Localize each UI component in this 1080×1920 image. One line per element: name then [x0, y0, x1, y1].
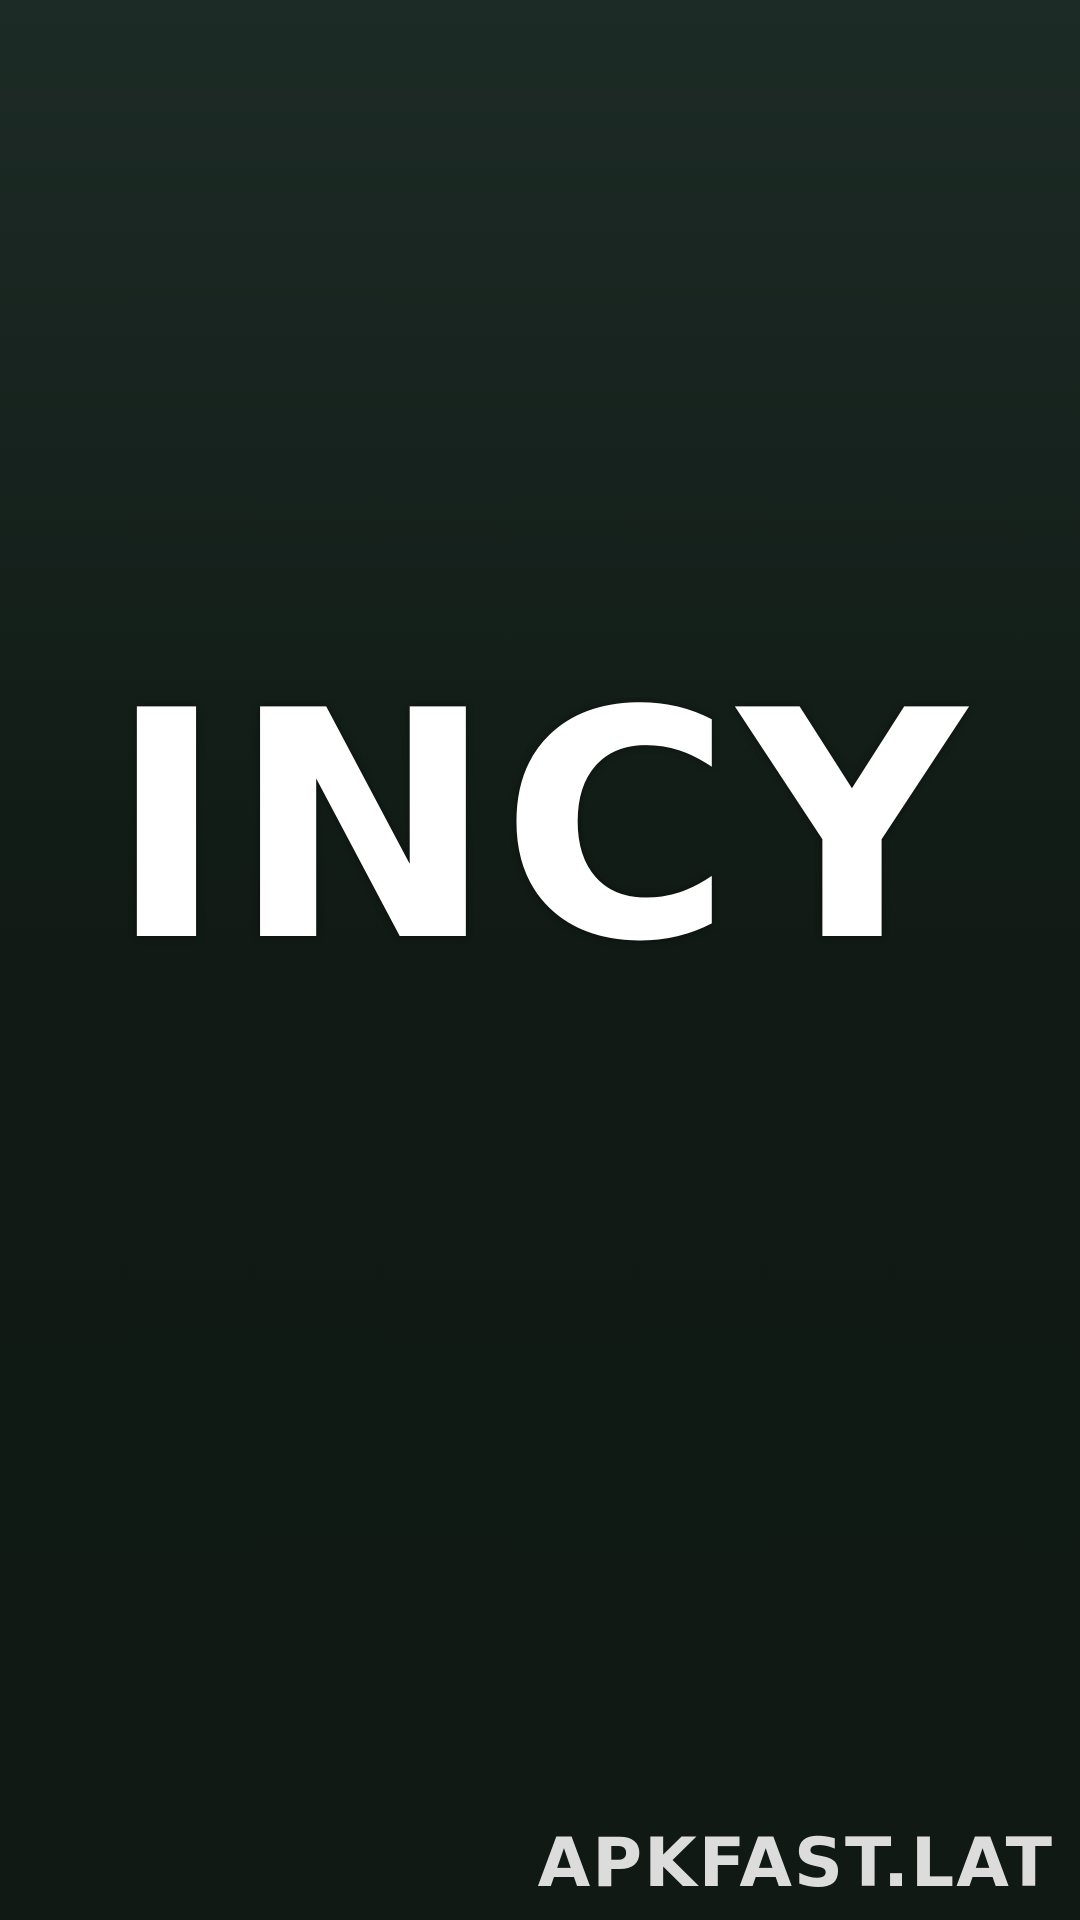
- splash-screen: INCY APKFAST.LAT: [0, 0, 1080, 1920]
- watermark-text: APKFAST.LAT: [537, 1824, 1054, 1903]
- app-logo-text: INCY: [107, 645, 973, 1011]
